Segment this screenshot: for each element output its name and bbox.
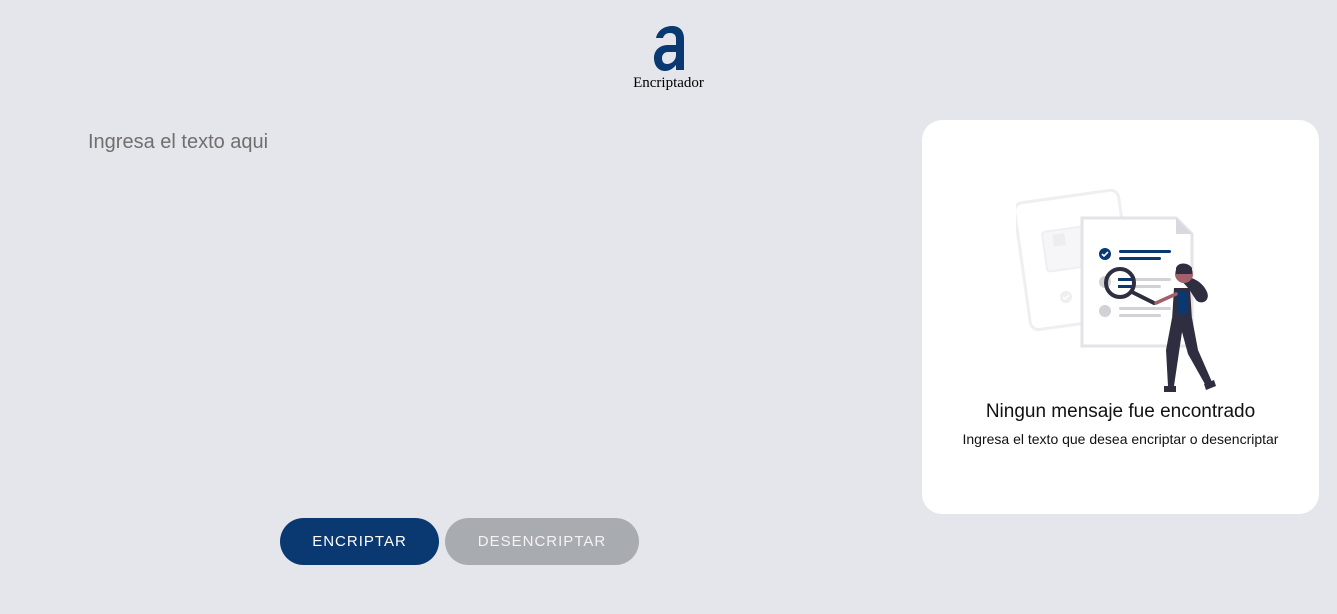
decrypt-button[interactable]: DESENCRIPTAR [445,518,639,565]
header: Encriptador [0,24,1337,92]
app-title: Encriptador [633,75,704,91]
empty-state-subtitle: Ingresa el texto que desea encriptar o d… [962,431,1279,447]
result-panel: Ningun mensaje fue encontrado Ingresa el… [922,120,1319,514]
empty-state-title: Ningun mensaje fue encontrado [985,401,1256,422]
person-searching-document-illustration-icon [1013,182,1226,407]
encrypt-button[interactable]: ENCRIPTAR [280,518,439,565]
text-input[interactable] [88,128,868,488]
alura-logo-icon [652,24,686,72]
action-buttons: ENCRIPTAR DESENCRIPTAR [280,518,639,565]
